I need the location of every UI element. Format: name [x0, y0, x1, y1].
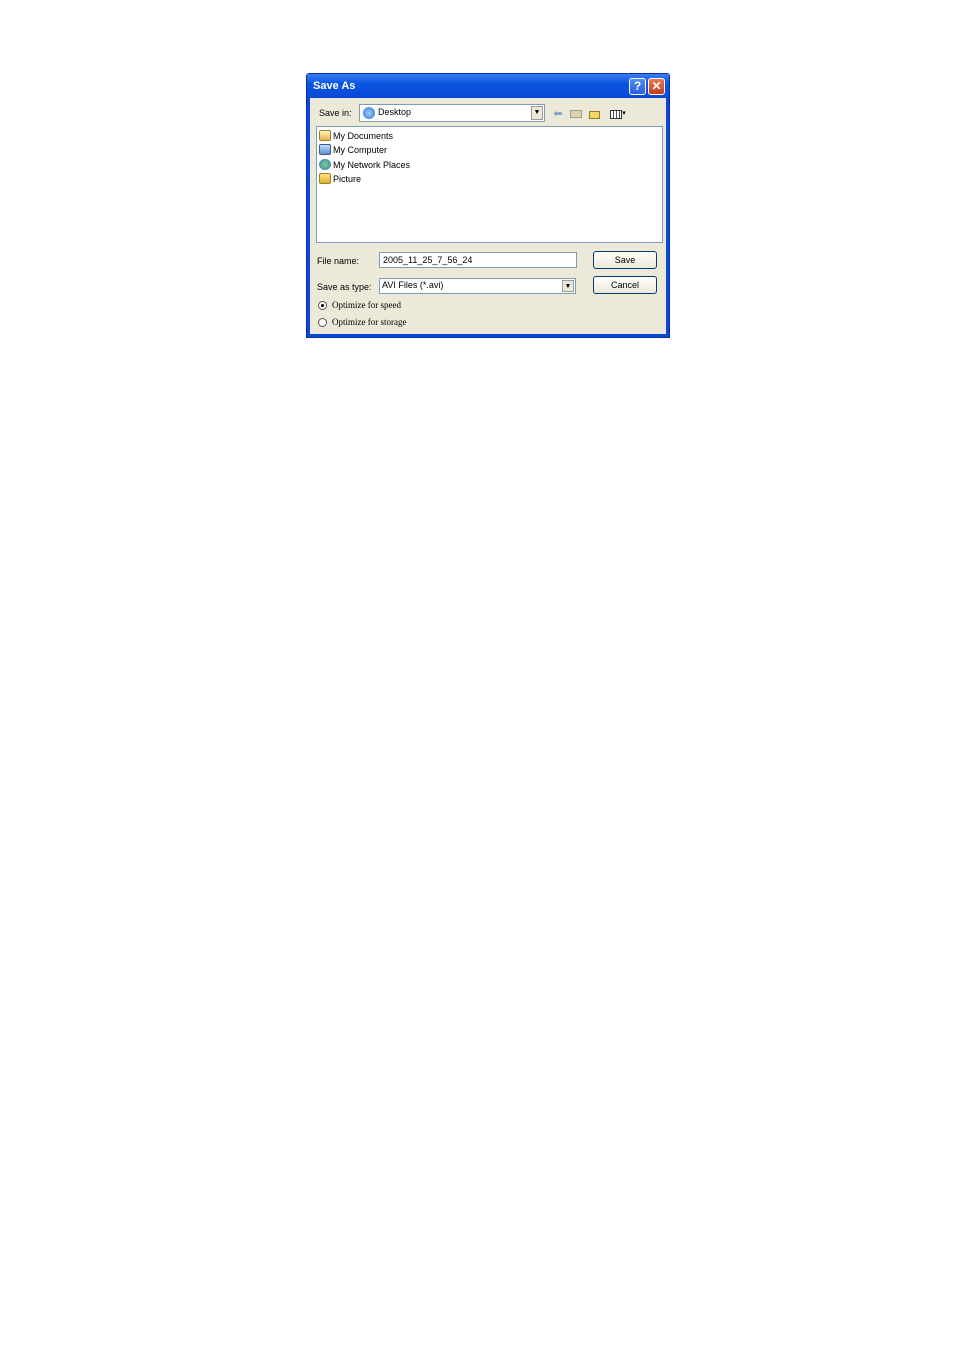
file-name-field[interactable]: 2005_11_25_7_56_24: [379, 252, 577, 268]
save-as-type-value: AVI Files (*.avi): [382, 280, 444, 290]
folder-icon: [319, 173, 331, 184]
dialog-title: Save As: [313, 80, 356, 92]
list-item-label: My Network Places: [333, 160, 411, 170]
save-in-value: Desktop: [378, 107, 412, 117]
list-item[interactable]: My Computer: [319, 144, 387, 158]
title-bar[interactable]: Save As ? ✕: [307, 74, 669, 98]
new-folder-icon[interactable]: [588, 108, 602, 120]
my-computer-icon: [319, 144, 331, 155]
save-as-type-label: Save as type:: [317, 282, 372, 292]
optimize-storage-radio[interactable]: [318, 318, 327, 327]
cancel-button[interactable]: Cancel: [593, 276, 657, 294]
network-places-icon: [319, 159, 331, 170]
close-button[interactable]: ✕: [648, 78, 665, 95]
list-item-label: My Computer: [333, 145, 388, 155]
chevron-down-icon[interactable]: ▼: [562, 280, 574, 292]
dialog-body: Save in: Desktop ▼ ⬅ ▾ My Documents My C…: [310, 98, 666, 334]
list-item-label: My Documents: [333, 131, 394, 141]
view-menu-icon[interactable]: ▾: [607, 108, 629, 120]
optimize-speed-radio[interactable]: [318, 301, 327, 310]
back-arrow-icon[interactable]: ⬅: [551, 108, 565, 120]
list-item-label: Picture: [333, 174, 362, 184]
optimize-speed-label: Optimize for speed: [332, 300, 401, 310]
save-in-label: Save in:: [319, 108, 352, 118]
list-item[interactable]: Picture: [319, 173, 361, 187]
help-button[interactable]: ?: [629, 78, 646, 95]
up-folder-icon[interactable]: [569, 108, 583, 120]
optimize-storage-label: Optimize for storage: [332, 317, 407, 327]
chevron-down-icon[interactable]: ▼: [531, 106, 543, 120]
save-button[interactable]: Save: [593, 251, 657, 269]
save-in-combo[interactable]: Desktop ▼: [359, 104, 545, 122]
file-name-label: File name:: [317, 256, 360, 266]
list-item[interactable]: My Documents: [319, 130, 393, 144]
desktop-icon: [363, 107, 375, 119]
save-as-type-combo[interactable]: AVI Files (*.avi) ▼: [379, 278, 576, 294]
list-item[interactable]: My Network Places: [319, 159, 410, 173]
save-as-dialog: Save As ? ✕ Save in: Desktop ▼ ⬅ ▾ My Do…: [306, 73, 670, 338]
my-documents-icon: [319, 130, 331, 141]
file-list[interactable]: My Documents My Computer My Network Plac…: [316, 126, 663, 243]
